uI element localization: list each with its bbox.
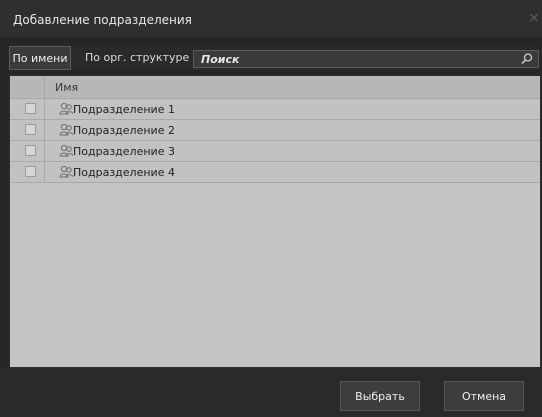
- table-row[interactable]: Подразделение 4: [10, 162, 540, 183]
- title-bar: Добавление подразделения ×: [0, 0, 542, 37]
- add-department-dialog: Добавление подразделения × По имени По о…: [0, 0, 542, 417]
- checkbox-cell: [10, 162, 45, 182]
- department-icon: [59, 123, 74, 136]
- checkbox-cell: [10, 120, 45, 140]
- row-checkbox[interactable]: [25, 124, 36, 135]
- table-row[interactable]: Подразделение 2: [10, 120, 540, 141]
- tab-by-org-structure[interactable]: По орг. структуре: [85, 46, 189, 70]
- header-checkbox-column: [10, 76, 45, 99]
- department-icon: [59, 144, 74, 157]
- row-name: Подразделение 3: [73, 145, 175, 158]
- search-input[interactable]: [194, 51, 521, 67]
- checkbox-cell: [10, 141, 45, 161]
- row-name: Подразделение 4: [73, 166, 175, 179]
- tab-by-name[interactable]: По имени: [9, 46, 71, 70]
- row-checkbox[interactable]: [25, 166, 36, 177]
- table-row[interactable]: Подразделение 3: [10, 141, 540, 162]
- table-row[interactable]: Подразделение 1: [10, 99, 540, 120]
- search-icon[interactable]: [520, 52, 534, 66]
- row-name: Подразделение 2: [73, 124, 175, 137]
- row-checkbox[interactable]: [25, 145, 36, 156]
- table-header: Имя: [10, 76, 540, 99]
- row-name: Подразделение 1: [73, 103, 175, 116]
- search-box: [193, 50, 539, 68]
- dialog-title: Добавление подразделения: [13, 13, 192, 27]
- checkbox-cell: [10, 99, 45, 119]
- cancel-button[interactable]: Отмена: [444, 381, 524, 411]
- column-header-name: Имя: [55, 81, 79, 94]
- close-icon[interactable]: ×: [527, 10, 541, 26]
- row-checkbox[interactable]: [25, 103, 36, 114]
- department-icon: [59, 165, 74, 178]
- select-button[interactable]: Выбрать: [340, 381, 420, 411]
- department-icon: [59, 102, 74, 115]
- department-table: Имя Подразделение 1 Подразделение 2 Подр…: [9, 75, 541, 368]
